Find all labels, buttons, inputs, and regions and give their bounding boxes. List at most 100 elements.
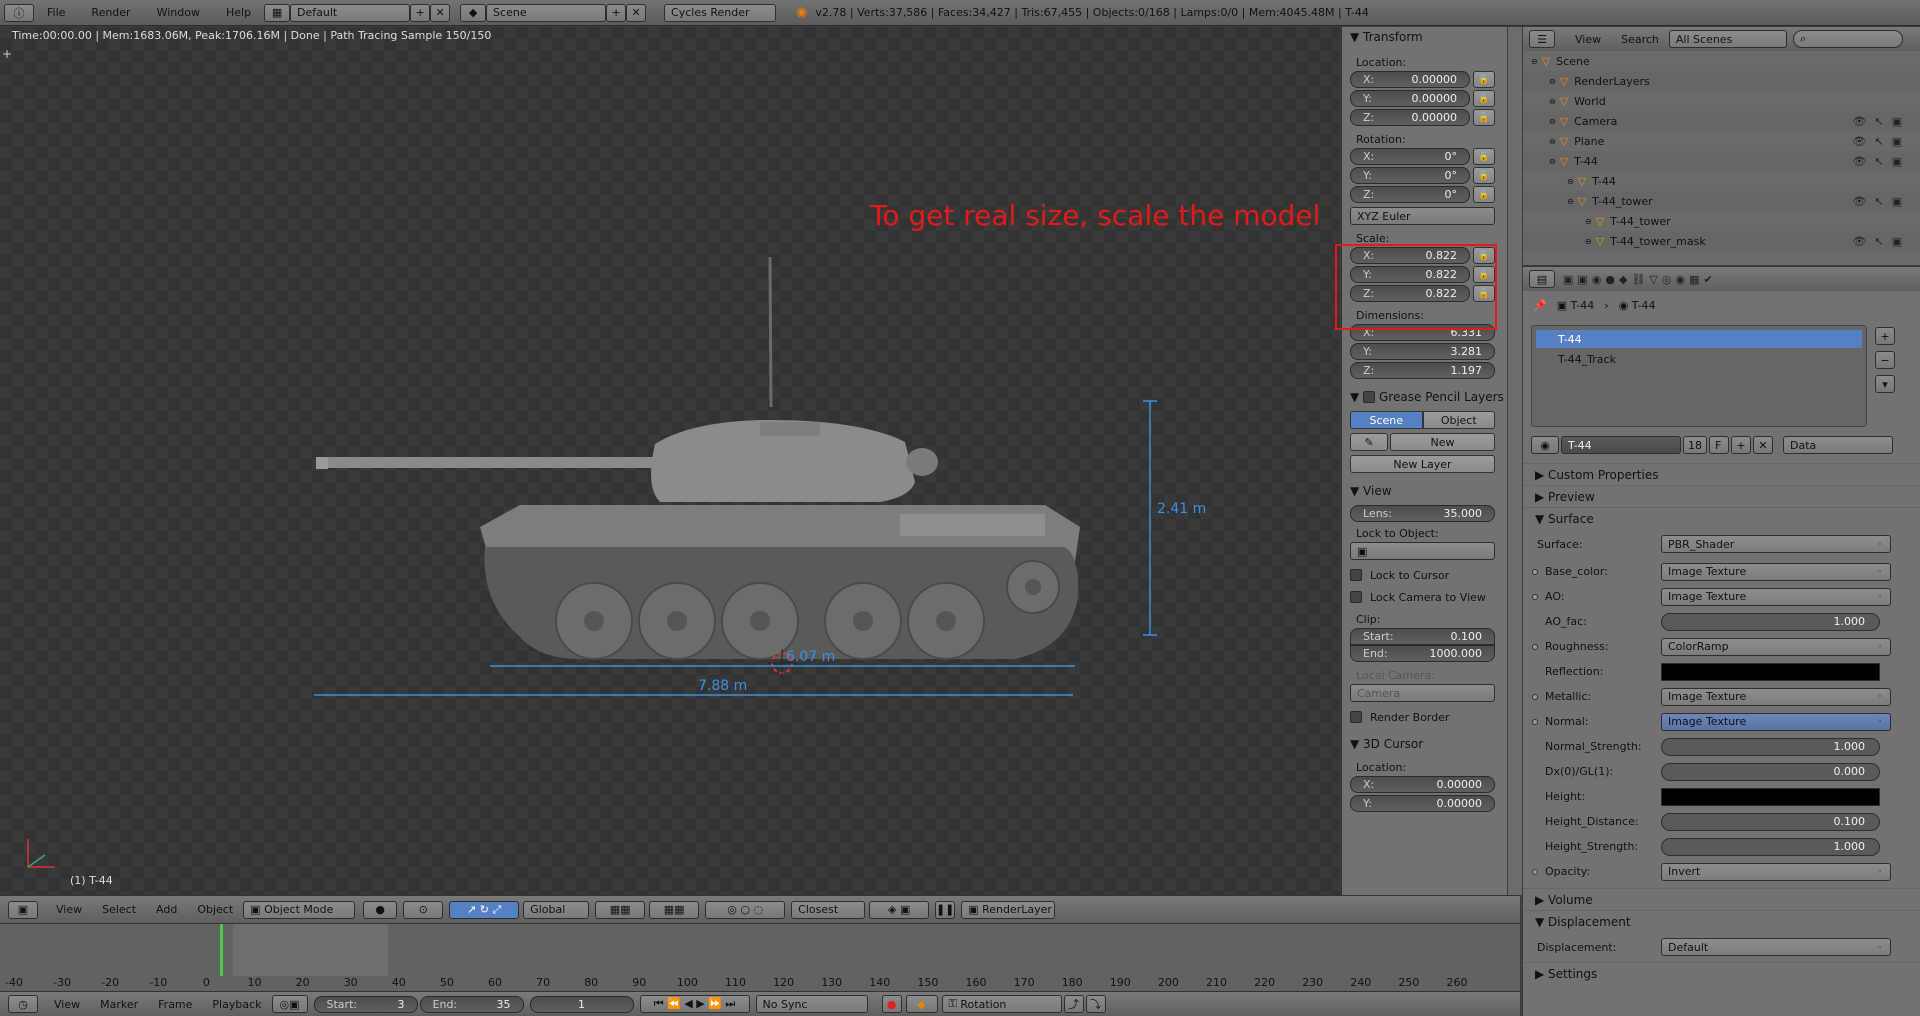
remove-slot-button[interactable]: − (1875, 351, 1895, 369)
grease-scene-tab[interactable]: Scene (1350, 411, 1423, 429)
socket-icon[interactable] (1532, 693, 1538, 700)
grease-pencil-checkbox[interactable] (1363, 391, 1376, 403)
settings-header[interactable]: ▶ Settings (1523, 962, 1920, 984)
menu-file[interactable]: File (34, 6, 78, 19)
frame-end-field[interactable]: End: 35 (419, 995, 524, 1013)
reflection-color-swatch[interactable] (1661, 662, 1880, 681)
lock-to-cursor-toggle[interactable]: Lock to Cursor (1342, 566, 1507, 584)
timeline-editor-icon[interactable]: ◷ (8, 995, 38, 1013)
remove-layout-icon[interactable]: ✕ (430, 3, 451, 22)
cursor-location-y-field[interactable]: Y: 0.00000 (1350, 795, 1495, 812)
marker-menu[interactable]: Marker (90, 998, 148, 1011)
ao-link-select[interactable]: Image Texture ◦ (1661, 587, 1891, 606)
playback-controls[interactable]: ⏮ ⏪ ◀ ▶ ⏩ ⏭ (639, 995, 750, 1013)
lock-icon[interactable]: 🔒 (1473, 148, 1495, 165)
fake-user-button[interactable]: F (1709, 436, 1729, 454)
outliner-item[interactable]: ⊖ ▽ Camera 👁↖▣ (1523, 111, 1920, 131)
outliner-item[interactable]: ⊖ ▽ Scene (1523, 51, 1920, 71)
dimensions-y-field[interactable]: Y: 3.281 (1350, 343, 1495, 360)
custom-properties-header[interactable]: ▶ Custom Properties (1523, 463, 1920, 485)
keyframe-icon[interactable]: ◆ (905, 995, 938, 1013)
keying-set-select[interactable]: ⚿ Rotation (941, 995, 1062, 1013)
outliner-item[interactable]: ⊖ ▽ RenderLayers (1523, 71, 1920, 91)
unlink-material-icon[interactable]: ✕ (1753, 436, 1773, 454)
outliner-item[interactable]: ⊖ ▽ World (1523, 91, 1920, 111)
camera-icon[interactable]: ❚❚ (935, 900, 956, 919)
visibility-toggle-icons[interactable]: 👁↖▣ (1852, 235, 1910, 248)
outliner-item[interactable]: ⊖ ▽ T-44 (1523, 171, 1920, 191)
dimensions-z-field[interactable]: Z: 1.197 (1350, 362, 1495, 379)
expand-icon[interactable]: ⊖ (1567, 177, 1574, 186)
lock-icon[interactable]: 🔒 (1473, 71, 1495, 88)
outliner-item[interactable]: ⊖ ▽ T-44_tower 👁↖▣ (1523, 191, 1920, 211)
outliner-item[interactable]: ⊖ ▽ T-44_tower (1523, 211, 1920, 231)
location-y-field[interactable]: Y: 0.00000 (1350, 90, 1470, 107)
expand-icon[interactable]: ⊖ (1531, 57, 1538, 66)
surface-header[interactable]: ▼ Surface (1523, 507, 1920, 529)
material-browse-icon[interactable]: ◉ (1531, 436, 1559, 454)
layout-selector[interactable]: Default (290, 3, 411, 22)
local-camera-field[interactable]: Camera (1350, 684, 1495, 702)
snap-target-select[interactable]: Closest (791, 900, 866, 919)
clip-start-field[interactable]: Start: 0.100 (1350, 628, 1495, 645)
preview-header[interactable]: ▶ Preview (1523, 485, 1920, 507)
metallic-link-select[interactable]: Image Texture ◦ (1661, 687, 1891, 706)
new-grease-button[interactable]: New (1390, 433, 1495, 451)
frame-start-field[interactable]: Start: 3 (313, 995, 418, 1013)
socket-icon[interactable] (1532, 868, 1538, 875)
outliner-item[interactable]: ⊖ ▽ Plane 👁↖▣ (1523, 131, 1920, 151)
tank-model[interactable] (0, 27, 1340, 895)
material-name-input[interactable]: T-44 (1561, 436, 1681, 454)
material-users-count[interactable]: 18 (1683, 436, 1707, 454)
material-slot-2[interactable]: T-44_Track (1536, 350, 1862, 368)
render-preview-icons[interactable]: ◈ ▣ (869, 900, 930, 919)
frame-menu[interactable]: Frame (148, 998, 202, 1011)
lock-camera-toggle[interactable]: Lock Camera to View (1342, 588, 1507, 606)
socket-icon[interactable] (1532, 718, 1538, 725)
volume-header[interactable]: ▶ Volume (1523, 888, 1920, 910)
menu-window[interactable]: Window (144, 6, 213, 19)
ao-fac-slider[interactable]: 1.000 (1661, 612, 1880, 631)
viewport-shading-icon[interactable]: ● (363, 900, 398, 919)
lock-icon[interactable]: 🔒 (1473, 167, 1495, 184)
add-slot-button[interactable]: + (1875, 327, 1895, 345)
location-x-field[interactable]: X: 0.00000 (1350, 71, 1470, 88)
insert-key-icon[interactable]: ⤴ (1063, 995, 1084, 1013)
menu-render[interactable]: Render (78, 6, 143, 19)
visibility-toggle-icons[interactable]: 👁↖▣ (1852, 195, 1910, 208)
visibility-toggle-icons[interactable]: 👁↖▣ (1852, 155, 1910, 168)
visibility-toggle-icons[interactable]: 👁↖▣ (1852, 135, 1910, 148)
timeline-view-menu[interactable]: View (44, 998, 90, 1011)
outliner-view-menu[interactable]: View (1565, 33, 1611, 46)
base-color-link-select[interactable]: Image Texture ◦ (1661, 562, 1891, 581)
normal-strength-slider[interactable]: 1.000 (1661, 737, 1880, 756)
socket-icon[interactable] (1532, 568, 1538, 575)
preview-range-icons[interactable]: ◎▣ (271, 995, 308, 1013)
lock-icon[interactable]: 🔒 (1473, 109, 1495, 126)
pin-icon[interactable]: 📌 (1533, 299, 1547, 312)
layers-grid-icon[interactable]: ▦▦ (595, 900, 646, 919)
rotation-y-field[interactable]: Y: 0° (1350, 167, 1470, 184)
info-editor-icon[interactable]: ⓘ (4, 3, 34, 22)
slot-menu-button[interactable]: ▾ (1875, 375, 1895, 393)
object-menu[interactable]: Object (187, 903, 243, 916)
lock-icon[interactable]: 🔒 (1473, 186, 1495, 203)
playback-menu[interactable]: Playback (202, 998, 271, 1011)
expand-icon[interactable]: ⊖ (1549, 117, 1556, 126)
cursor-location-x-field[interactable]: X: 0.00000 (1350, 776, 1495, 793)
pencil-icon[interactable]: ✎ (1350, 433, 1388, 451)
expand-icon[interactable]: ⊖ (1549, 157, 1556, 166)
grease-object-tab[interactable]: Object (1422, 411, 1495, 429)
timeline[interactable]: -40 -30 -20 -10 0 10 20 30 40 50 60 70 80 90 100 110 120… (0, 923, 1520, 991)
expand-icon[interactable]: ⊖ (1567, 197, 1574, 206)
rotation-z-field[interactable]: Z: 0° (1350, 186, 1470, 203)
new-layer-button[interactable]: New Layer (1350, 455, 1495, 473)
layout-grid-icon[interactable]: ▦ (264, 3, 291, 22)
normal-link-select[interactable]: Image Texture ◦ (1661, 712, 1891, 731)
expand-icon[interactable]: ⊖ (1585, 237, 1592, 246)
scene-selector[interactable]: Scene (486, 3, 607, 22)
expand-icon[interactable]: ⊖ (1549, 137, 1556, 146)
view-menu[interactable]: View (46, 903, 92, 916)
pivot-icon[interactable]: ⊙ (403, 900, 444, 919)
3d-cursor-header[interactable]: ▼ 3D Cursor (1342, 734, 1507, 754)
